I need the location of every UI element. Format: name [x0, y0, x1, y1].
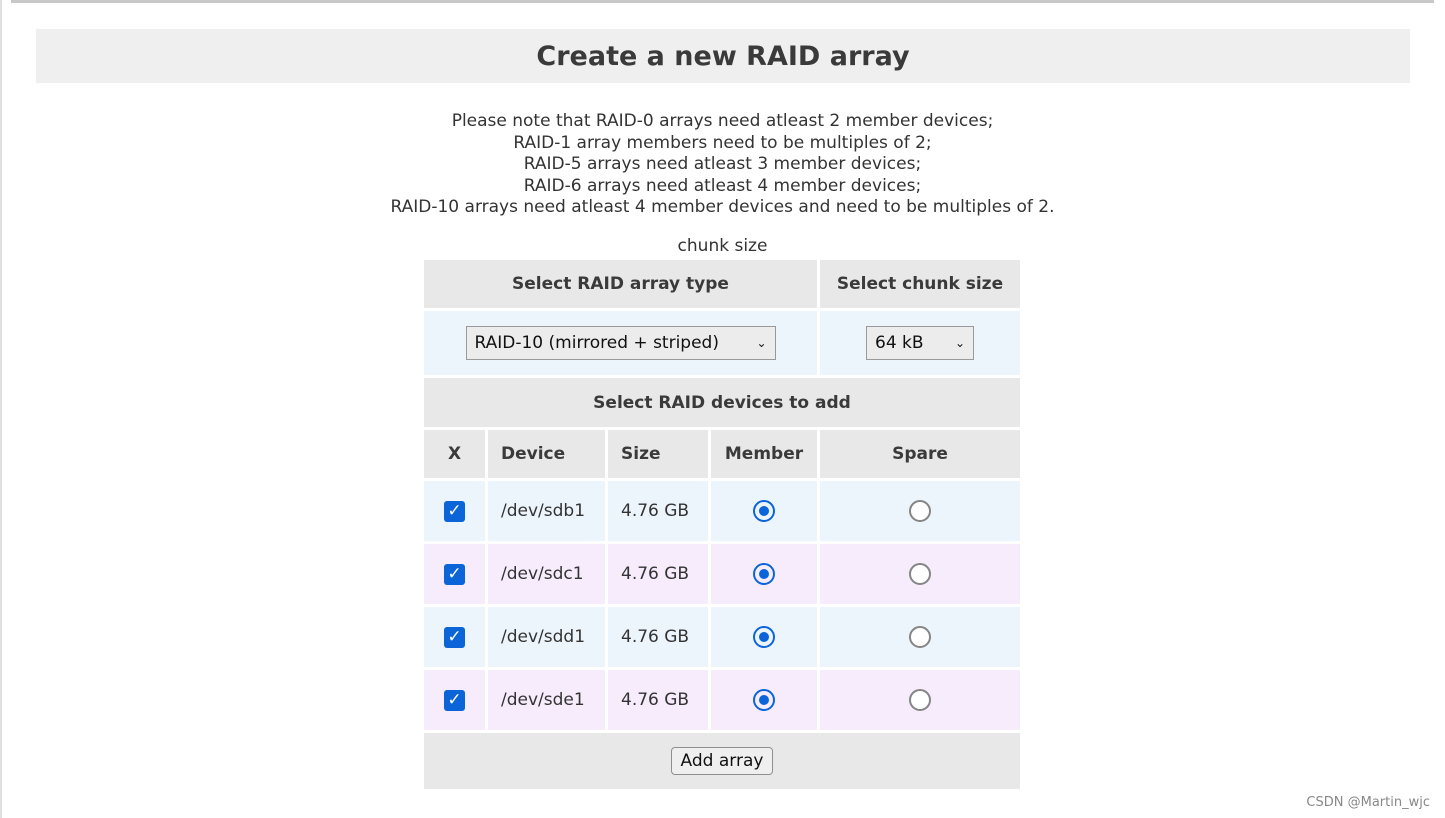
table-caption: chunk size	[677, 236, 768, 256]
spare-radio[interactable]	[909, 626, 931, 648]
devices-header: Select RAID devices to add	[424, 378, 1020, 427]
device-size: 4.76 GB	[608, 670, 708, 730]
spare-radio[interactable]	[909, 500, 931, 522]
note-line: Please note that RAID-0 arrays need atle…	[451, 111, 994, 131]
chevron-down-icon: ⌄	[756, 336, 767, 350]
note-line: RAID-5 arrays need atleast 3 member devi…	[523, 154, 922, 174]
device-size: 4.76 GB	[608, 544, 708, 604]
note-line: RAID-6 arrays need atleast 4 member devi…	[523, 175, 922, 196]
raid-type-cell: RAID-10 (mirrored + striped) ⌄	[424, 311, 817, 375]
raid-notes: Please note that RAID-0 arrays need atle…	[0, 111, 1445, 219]
column-header-size: Size	[608, 430, 708, 478]
page-header: Create a new RAID array	[36, 29, 1410, 83]
member-radio[interactable]	[753, 500, 775, 522]
spare-radio[interactable]	[909, 563, 931, 585]
select-chunk-header: Select chunk size	[820, 260, 1020, 308]
note-line: RAID-10 arrays need atleast 4 member dev…	[390, 197, 1055, 217]
device-size: 4.76 GB	[608, 607, 708, 667]
device-checkbox[interactable]: ✓	[444, 689, 465, 711]
device-name: /dev/sde1	[488, 670, 605, 730]
device-checkbox[interactable]: ✓	[444, 563, 465, 585]
column-header-device: Device	[488, 430, 605, 478]
device-checkbox[interactable]: ✓	[444, 500, 465, 522]
device-checkbox[interactable]: ✓	[444, 626, 465, 648]
member-radio[interactable]	[753, 689, 775, 711]
chunk-size-select[interactable]: 64 kB ⌄	[866, 326, 974, 360]
column-header-spare: Spare	[820, 430, 1020, 478]
raid-type-select[interactable]: RAID-10 (mirrored + striped) ⌄	[465, 326, 776, 360]
top-border	[11, 0, 1434, 3]
chevron-down-icon: ⌄	[954, 336, 965, 350]
chunk-size-cell: 64 kB ⌄	[820, 311, 1020, 375]
device-name: /dev/sdb1	[488, 481, 605, 541]
note-line: RAID-1 array members need to be multiple…	[513, 132, 932, 153]
column-header-member: Member	[711, 430, 817, 478]
member-radio[interactable]	[753, 563, 775, 585]
page-title: Create a new RAID array	[536, 40, 910, 72]
device-row: ✓ /dev/sde1 4.76 GB	[424, 670, 1020, 730]
add-array-cell: Add array	[424, 733, 1020, 789]
device-name: /dev/sdd1	[488, 607, 605, 667]
chunk-size-value: 64 kB	[875, 333, 924, 353]
raid-form-table: Select RAID array type Select chunk size…	[421, 257, 1023, 792]
device-row: ✓ /dev/sdc1 4.76 GB	[424, 544, 1020, 604]
watermark: CSDN @Martin_wjc	[1306, 795, 1430, 810]
raid-type-value: RAID-10 (mirrored + striped)	[474, 333, 719, 353]
select-type-header: Select RAID array type	[424, 260, 817, 308]
device-row: ✓ /dev/sdb1 4.76 GB	[424, 481, 1020, 541]
device-row: ✓ /dev/sdd1 4.76 GB	[424, 607, 1020, 667]
device-size: 4.76 GB	[608, 481, 708, 541]
device-name: /dev/sdc1	[488, 544, 605, 604]
column-header-x: X	[424, 430, 485, 478]
spare-radio[interactable]	[909, 689, 931, 711]
member-radio[interactable]	[753, 626, 775, 648]
add-array-button[interactable]: Add array	[670, 747, 774, 775]
